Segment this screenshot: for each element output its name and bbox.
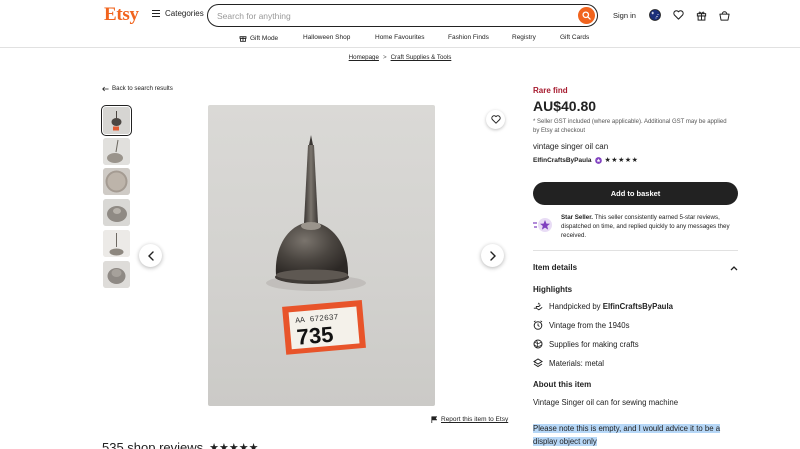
highlight-materials: Materials: metal — [533, 358, 604, 368]
add-to-basket-button[interactable]: Add to basket — [533, 182, 738, 205]
chevron-up-icon — [730, 265, 738, 270]
thumbnail-3[interactable] — [103, 168, 130, 195]
star-seller-info: Star Seller. This seller consistently ea… — [533, 213, 738, 240]
breadcrumb-separator: > — [382, 54, 387, 61]
search-input[interactable] — [217, 10, 557, 21]
rare-find-badge: Rare find — [533, 86, 568, 95]
thumbnail-image — [103, 138, 130, 165]
breadcrumb-category-link[interactable]: Craft Supplies & Tools — [391, 54, 452, 61]
breadcrumb: Homepage > Craft Supplies & Tools — [0, 54, 800, 61]
tag-number-large: 735 — [296, 322, 335, 350]
main-product-image: AA 672637 735 — [208, 105, 435, 406]
thumbnail-4[interactable] — [103, 199, 130, 226]
shop-info: ElfinCraftsByPaula ★★★★★ — [533, 156, 639, 165]
shop-reviews-heading: 535 shop reviews ★★★★★ — [102, 440, 258, 449]
item-description: Vintage Singer oil can for sewing machin… — [533, 398, 679, 407]
yarn-icon — [533, 339, 543, 349]
shop-name-link[interactable]: ElfinCraftsByPaula — [533, 157, 592, 164]
sign-in-link[interactable]: Sign in — [613, 11, 636, 20]
highlight-supplies: Supplies for making crafts — [533, 339, 639, 349]
shop-rating-stars: ★★★★★ — [604, 157, 639, 164]
highlight-text: Handpicked by — [549, 302, 603, 311]
arrow-left-icon — [102, 86, 109, 91]
highlight-shop-link[interactable]: ElfinCraftsByPaula — [603, 302, 673, 311]
thumbnail-image — [103, 107, 130, 134]
search-bar — [207, 4, 598, 27]
categories-label: Categories — [165, 9, 204, 18]
flag-icon — [431, 416, 437, 423]
product-title: vintage singer oil can — [533, 142, 609, 151]
highlight-text: Supplies for making crafts — [549, 339, 639, 349]
thumbnail-image — [103, 168, 130, 195]
favorite-button[interactable] — [486, 110, 505, 129]
gift-icon[interactable] — [695, 9, 707, 21]
etsy-logo[interactable]: Etsy — [104, 4, 139, 26]
nav-item-halloween-shop[interactable]: Halloween Shop — [303, 34, 350, 41]
heart-icon — [490, 115, 501, 124]
chevron-left-icon — [147, 250, 154, 261]
gst-note: * Seller GST included (where applicable)… — [533, 119, 727, 134]
star-seller-title: Star Seller. — [561, 214, 593, 221]
nav-item-registry[interactable]: Registry — [512, 34, 536, 41]
product-price: AU$40.80 — [533, 98, 597, 114]
highlight-handpicked: Handpicked by ElfinCraftsByPaula — [533, 302, 673, 311]
item-details-toggle[interactable]: Item details — [533, 263, 738, 272]
report-label: Report this item to Etsy — [441, 416, 509, 423]
thumbnail-1[interactable] — [101, 105, 132, 136]
previous-image-button[interactable] — [139, 244, 162, 267]
divider — [533, 250, 738, 251]
search-button[interactable] — [578, 6, 595, 24]
chevron-right-icon — [489, 250, 496, 261]
nav-item-gift-cards[interactable]: Gift Cards — [560, 34, 589, 41]
back-to-search-link[interactable]: Back to search results — [102, 85, 173, 92]
back-label: Back to search results — [112, 85, 173, 92]
highlight-vintage: Vintage from the 1940s — [533, 320, 629, 330]
hamburger-icon — [152, 10, 160, 17]
heart-icon[interactable] — [672, 9, 684, 21]
highlighted-text: Please note this is empty, and I would a… — [533, 424, 721, 446]
globe-flag-icon[interactable] — [649, 9, 661, 21]
breadcrumb-home-link[interactable]: Homepage — [349, 54, 379, 61]
report-item-link[interactable]: Report this item to Etsy — [431, 416, 508, 423]
highlight-text: Materials: metal — [549, 358, 605, 368]
nav-item-label: Gift Mode — [250, 34, 279, 42]
shop-reviews-count: 535 shop reviews — [102, 440, 204, 449]
thumbnail-2[interactable] — [103, 138, 130, 165]
gift-icon — [239, 36, 247, 42]
item-description-note: Please note this is empty, and I would a… — [533, 422, 743, 448]
thumbnail-image — [103, 230, 130, 257]
highlight-text: Vintage from the 1940s — [549, 320, 630, 330]
star-seller-description: Star Seller. This seller consistently ea… — [561, 213, 738, 240]
item-details-title: Item details — [533, 263, 578, 272]
oil-can-photo: AA 672637 735 — [266, 135, 366, 355]
star-seller-icon — [533, 218, 552, 232]
thumbnail-5[interactable] — [103, 230, 130, 257]
nav-item-gift-mode[interactable]: Gift Mode — [239, 34, 278, 42]
site-header: Etsy Categories Sign in — [0, 0, 800, 30]
nav-item-home-favourites[interactable]: Home Favourites — [375, 34, 425, 41]
nav-item-fashion-finds[interactable]: Fashion Finds — [448, 34, 489, 41]
next-image-button[interactable] — [481, 244, 504, 267]
clock-icon — [533, 320, 543, 330]
layers-icon — [533, 358, 543, 368]
category-nav: Gift Mode Halloween Shop Home Favourites… — [0, 30, 800, 48]
star-seller-badge-icon — [594, 156, 602, 164]
search-icon — [582, 10, 591, 20]
hand-icon — [533, 302, 543, 311]
thumbnail-6[interactable] — [103, 261, 130, 288]
thumbnail-image — [103, 261, 130, 288]
highlights-heading: Highlights — [533, 285, 573, 294]
thumbnail-image — [103, 199, 130, 226]
basket-icon[interactable] — [718, 9, 730, 21]
about-item-heading: About this item — [533, 380, 592, 389]
categories-button[interactable]: Categories — [152, 9, 204, 18]
shop-reviews-stars: ★★★★★ — [209, 442, 259, 449]
